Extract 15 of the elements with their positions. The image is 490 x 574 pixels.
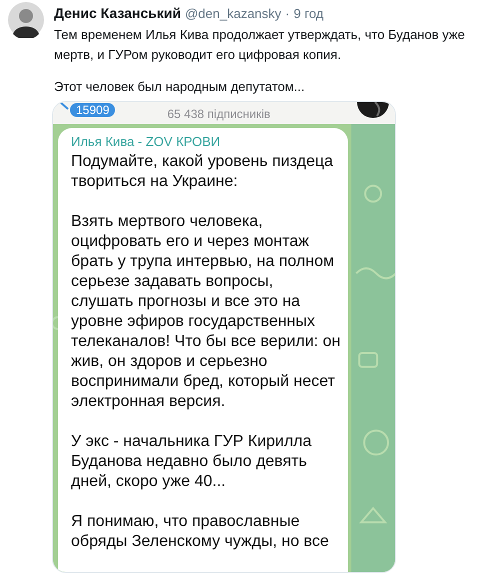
tweet-text: Этот человек был народным депутатом...: [54, 78, 306, 96]
tweet-text: Тем временем Илья Кива продолжает утверждать, что Буданов уже мертв, и ГУРом руководит его цифровая копия.: [54, 26, 466, 64]
message-text: Я понимаю, что православные обряды Зеленскому чужды, но все: [71, 512, 330, 552]
sender-name: Илья Кива - ZOV КРОВИ: [71, 134, 222, 150]
message-text: Подумайте, какой уровень пиздеца твориться на Украине:: [71, 152, 334, 192]
subscriber-count: 65 438 підписників: [167, 106, 270, 123]
message-text: Взять мертвого человека, оцифровать его и через монтаж брать у трупа интервью, на полном серьезе задавать вопросы, слушать прогнозы и все это на уровне эфиров государственных телеканалов! Что бы все верили: он жив, он здоров и серьезно воспринимали бред, который несет электронная версия.: [71, 212, 342, 412]
author-name[interactable]: Денис Казанський: [54, 3, 181, 24]
timestamp[interactable]: 9 год: [294, 4, 324, 24]
avatar: [8, 2, 44, 38]
separator: ·: [285, 5, 290, 23]
message-text: У экс - начальника ГУР Кирилла Буданова недавно было девять дней, скоро уже 40...: [71, 432, 313, 492]
author-handle[interactable]: @den_kazansky: [184, 4, 282, 24]
unread-badge: 15909: [70, 103, 116, 117]
back-icon: [59, 102, 69, 110]
